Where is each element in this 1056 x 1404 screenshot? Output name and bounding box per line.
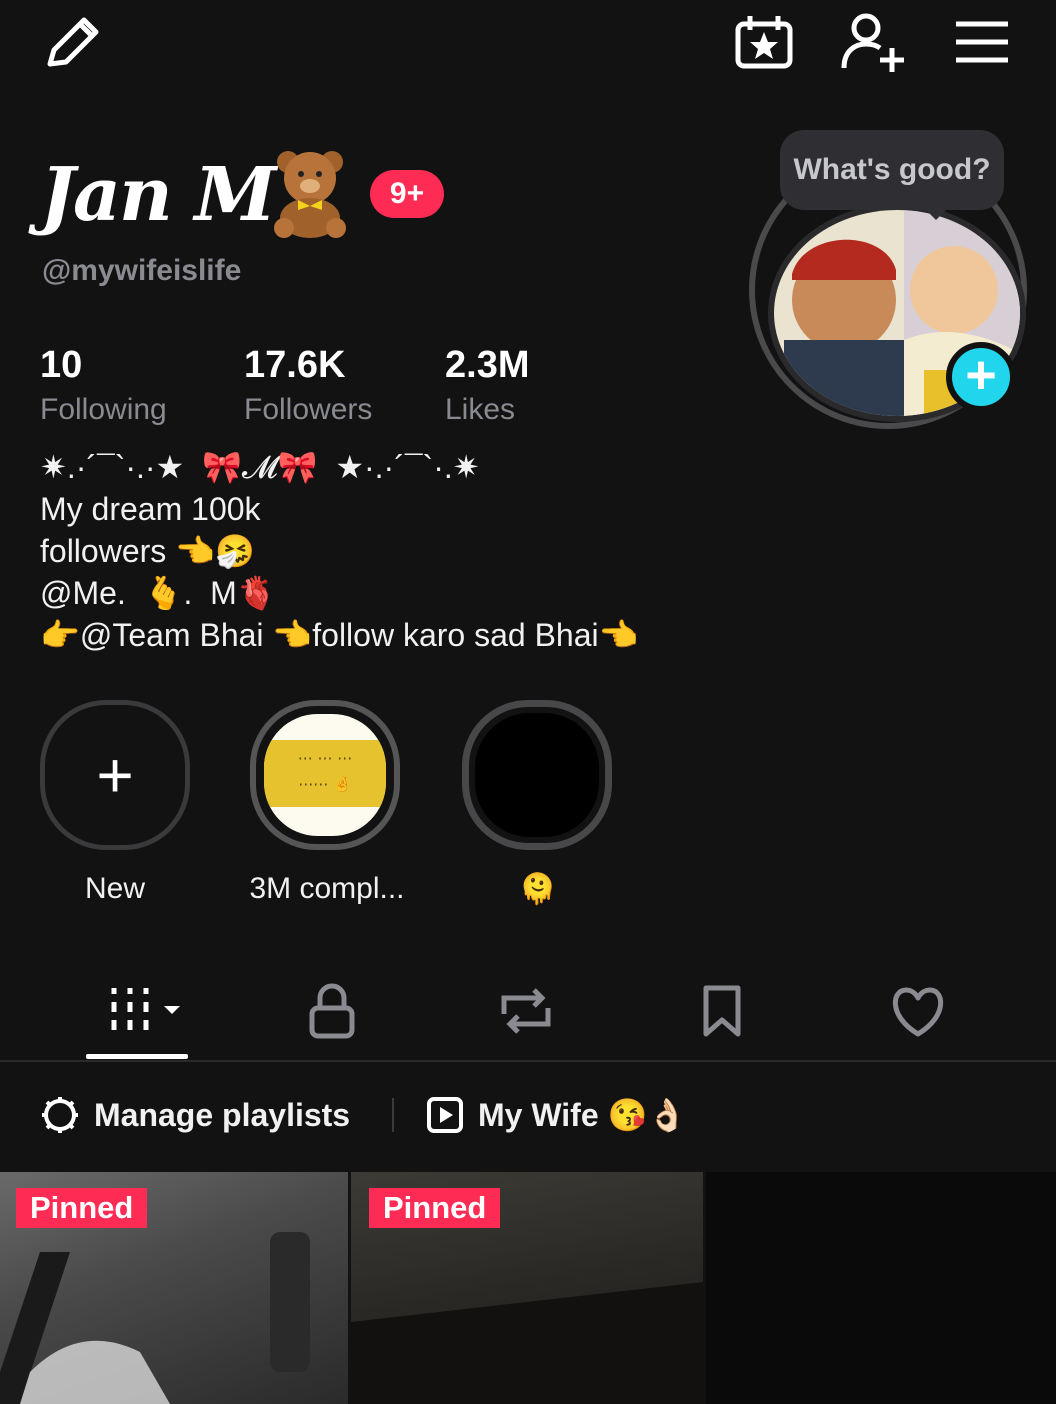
highlight-cover: ⋯ ⋯ ⋯ ⋯⋯ 🤞 bbox=[264, 740, 386, 807]
bio-line: @Me. 🫰. M🫀 bbox=[40, 575, 277, 611]
teddy-bear-icon bbox=[268, 148, 352, 240]
status-bubble-tail bbox=[922, 206, 950, 220]
manage-playlists-button[interactable]: Manage playlists bbox=[40, 1090, 350, 1140]
pencil-icon[interactable] bbox=[40, 12, 106, 72]
notification-badge[interactable]: 9+ bbox=[370, 170, 444, 218]
following-label: Following bbox=[40, 393, 167, 426]
gear-icon bbox=[42, 1097, 78, 1133]
highlight-3m[interactable]: ⋯ ⋯ ⋯ ⋯⋯ 🤞 bbox=[250, 700, 400, 850]
tab-liked[interactable] bbox=[858, 978, 978, 1048]
divider bbox=[392, 1098, 394, 1132]
tab-videos[interactable] bbox=[80, 978, 200, 1048]
tab-private[interactable] bbox=[272, 978, 392, 1048]
display-name: Jan M bbox=[40, 152, 276, 238]
divider bbox=[0, 1060, 1056, 1062]
plus-icon: + bbox=[96, 739, 134, 811]
calendar-star-icon[interactable] bbox=[732, 12, 796, 72]
tab-reposts[interactable] bbox=[466, 978, 586, 1048]
bio-line: ✷.·´¯`·.·★ 🎀𝓜🎀 ★·.·´¯`·.✷ bbox=[40, 449, 480, 485]
likes-label: Likes bbox=[445, 393, 516, 426]
video-thumbnail[interactable]: Pinned bbox=[0, 1172, 348, 1404]
hamburger-menu-icon[interactable] bbox=[950, 14, 1014, 70]
highlight-dark[interactable] bbox=[462, 700, 612, 850]
highlight-label: 🫠 bbox=[519, 873, 557, 906]
username: @mywifeislife bbox=[42, 254, 242, 287]
grid-icon bbox=[111, 988, 180, 1030]
bio: ✷.·´¯`·.·★ 🎀𝓜🎀 ★·.·´¯`·.✷ My dream 100k fo… bbox=[40, 446, 638, 656]
tab-saved[interactable] bbox=[662, 978, 782, 1048]
repost-icon bbox=[501, 988, 551, 1034]
stat-following[interactable]: 10 Following bbox=[40, 344, 167, 427]
bio-line: 👉@Team Bhai 👈follow karo sad Bhai👈 bbox=[40, 617, 639, 653]
lock-icon bbox=[309, 983, 355, 1039]
stat-followers[interactable]: 17.6K Followers bbox=[244, 344, 372, 427]
stat-likes[interactable]: 2.3M Likes bbox=[445, 344, 529, 427]
add-story-button[interactable]: + bbox=[946, 342, 1016, 412]
highlight-new-button[interactable]: + bbox=[40, 700, 190, 850]
followers-label: Followers bbox=[244, 393, 373, 426]
following-count: 10 bbox=[40, 344, 83, 386]
pinned-badge: Pinned bbox=[369, 1188, 501, 1228]
highlight-label: 3M compl... bbox=[249, 872, 405, 905]
highlight-cover bbox=[475, 713, 599, 837]
video-thumbnail[interactable]: Pinned bbox=[351, 1172, 703, 1404]
heart-icon bbox=[892, 987, 944, 1037]
playlist-label: My Wife 😘👌🏻 bbox=[478, 1097, 688, 1133]
play-square-icon bbox=[427, 1097, 463, 1133]
bookmark-icon bbox=[703, 985, 741, 1037]
pinned-badge: Pinned bbox=[16, 1188, 148, 1228]
add-user-icon[interactable] bbox=[838, 10, 908, 74]
bio-line: My dream 100k bbox=[40, 491, 261, 527]
playlist-my-wife[interactable]: My Wife 😘👌🏻 bbox=[426, 1090, 687, 1140]
highlight-label: New bbox=[84, 872, 145, 905]
followers-count: 17.6K bbox=[244, 344, 346, 386]
manage-playlists-label: Manage playlists bbox=[94, 1096, 351, 1133]
active-tab-indicator bbox=[86, 1054, 188, 1059]
bio-line: followers 👈🤧 bbox=[40, 533, 255, 569]
video-thumbnail[interactable] bbox=[706, 1172, 1056, 1404]
likes-count: 2.3M bbox=[445, 344, 530, 386]
status-bubble[interactable]: What's good? bbox=[780, 130, 1004, 210]
